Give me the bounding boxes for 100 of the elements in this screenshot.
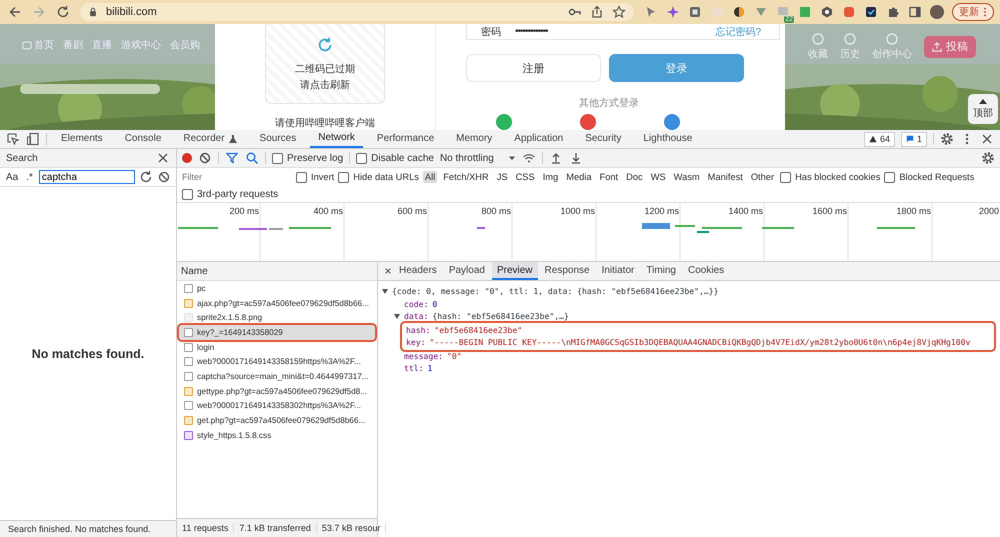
type-filter[interactable]: Wasm: [672, 171, 702, 183]
property-value: {hash: "ebf5e68416ee23be",…}: [432, 311, 569, 322]
match-case-button[interactable]: Aa: [4, 172, 20, 182]
type-filter[interactable]: Fetch/XHR: [441, 171, 491, 183]
type-filter[interactable]: Img: [540, 171, 560, 183]
request-row[interactable]: login: [179, 340, 375, 354]
devtools-tab[interactable]: Recorder: [175, 130, 246, 148]
lock-icon: [88, 7, 98, 17]
regex-button[interactable]: .*: [24, 172, 35, 182]
share-icon[interactable]: [590, 5, 604, 19]
devtools-tab[interactable]: Lighthouse: [635, 130, 700, 148]
devtools-tab[interactable]: Performance: [368, 130, 442, 148]
inspect-icon[interactable]: [6, 132, 20, 146]
expand-arrow-icon[interactable]: [382, 288, 388, 294]
property-name: data:: [404, 311, 428, 322]
type-filter[interactable]: Font: [598, 171, 620, 183]
devtools-tab[interactable]: Application: [506, 130, 572, 148]
reload-icon[interactable]: [56, 5, 70, 19]
devtools-tab[interactable]: Security: [577, 130, 630, 148]
detail-tab[interactable]: Timing: [641, 262, 681, 280]
login-method-icon[interactable]: [580, 114, 596, 130]
timeline-tick: 2000: [978, 206, 999, 216]
type-filter[interactable]: Other: [748, 171, 776, 183]
invert-checkbox[interactable]: Invert: [296, 172, 334, 182]
request-row[interactable]: gettype.php?gt=ac597a4506fee079629df5d8...: [179, 384, 375, 398]
password-field[interactable]: 密码 ••••••••••••• 忘记密码?: [466, 24, 780, 40]
column-header[interactable]: Name: [181, 266, 208, 276]
search-field[interactable]: captcha: [38, 170, 135, 184]
message-count[interactable]: 1: [900, 132, 927, 146]
property-value: "0": [446, 350, 462, 361]
detail-tab[interactable]: Preview: [492, 262, 538, 280]
type-filter[interactable]: CSS: [514, 171, 537, 183]
property-value: "-----BEGIN PUBLIC KEY-----\nMIGfMA0GCSqGSIb3DQEBAQUAA4GNADCBiQKBgQDjb4V7EidX/ym28t2ybo0U6t0n\n6p4ej8VjqKHg100v: [430, 337, 970, 348]
empty-message: No matches found.: [32, 346, 144, 360]
register-button[interactable]: 注册: [466, 54, 601, 82]
close-icon[interactable]: [384, 267, 392, 275]
type-filter[interactable]: Media: [564, 171, 594, 183]
login-method-icon[interactable]: [664, 114, 680, 130]
login-method-icon[interactable]: [496, 114, 512, 130]
close-icon[interactable]: [156, 151, 170, 165]
preserve-log-checkbox[interactable]: Preserve log: [272, 152, 344, 164]
devtools-tab[interactable]: Elements: [53, 130, 111, 148]
devtools-tab[interactable]: Console: [116, 130, 170, 148]
throttling-dropdown[interactable]: No throttling: [440, 152, 516, 164]
clear-icon[interactable]: [198, 151, 212, 165]
type-filter[interactable]: Manifest: [706, 171, 745, 183]
checkbox-icon[interactable]: [864, 5, 878, 19]
extension-icon[interactable]: [732, 5, 746, 19]
detail-tab[interactable]: Cookies: [683, 262, 730, 280]
request-row[interactable]: pc: [179, 281, 375, 296]
detail-tab[interactable]: Response: [540, 262, 595, 280]
request-row[interactable]: sprite2x.1.5.8.png: [179, 310, 375, 326]
detail-tab[interactable]: Payload: [444, 262, 490, 280]
detail-tab[interactable]: Headers: [394, 262, 442, 280]
devtools-tab[interactable]: Sources: [252, 130, 304, 148]
settings-icon[interactable]: [981, 151, 995, 165]
type-filter[interactable]: JS: [494, 171, 510, 183]
record-button[interactable]: [182, 153, 192, 163]
request-row[interactable]: style_https.1.5.8.css: [179, 428, 375, 443]
sidebar-icon[interactable]: [908, 5, 922, 19]
qr-hint: 请点击刷新: [300, 78, 350, 92]
request-row[interactable]: web?0000171649143358302https%3A%2F...: [179, 398, 375, 414]
request-row[interactable]: key?_=1649143358029: [179, 325, 375, 340]
settings-icon[interactable]: [940, 132, 954, 146]
star-icon[interactable]: [612, 5, 626, 19]
type-filter[interactable]: All: [422, 171, 438, 183]
devtools-tab[interactable]: Memory: [448, 130, 500, 148]
request-row[interactable]: web?0000171649143358159https%3A%2F...: [179, 354, 375, 370]
avatar[interactable]: [930, 5, 944, 19]
qr-code[interactable]: 二维码已过期 请点击刷新: [265, 24, 385, 104]
refresh-icon[interactable]: [138, 170, 153, 184]
blocked-requests-checkbox[interactable]: Blocked Requests: [884, 172, 974, 182]
type-filter[interactable]: Doc: [624, 171, 645, 183]
search-pane-title: Search: [6, 152, 38, 164]
wifi-icon[interactable]: [522, 151, 536, 165]
search-icon[interactable]: [245, 151, 259, 165]
extension-icon[interactable]: [688, 5, 702, 19]
sparkle-icon[interactable]: [666, 5, 680, 19]
disable-cache-checkbox[interactable]: Disable cache: [356, 152, 434, 164]
type-filter[interactable]: WS: [648, 171, 668, 183]
request-row[interactable]: captcha?source=main_mini&t=0.4644997317...: [179, 369, 375, 384]
back-icon[interactable]: [8, 5, 22, 19]
address-bar[interactable]: bilibili.com: [80, 3, 634, 21]
refresh-icon: [316, 36, 334, 54]
update-button[interactable]: 更新: [952, 3, 994, 21]
warning-count[interactable]: 64: [864, 132, 895, 146]
blocked-cookies-checkbox[interactable]: Has blocked cookies: [780, 172, 880, 182]
expand-arrow-icon[interactable]: [394, 314, 400, 319]
request-row[interactable]: ajax.php?gt=ac597a4506fee079629df5d8b66...: [179, 296, 375, 310]
detail-tab[interactable]: Initiator: [596, 262, 640, 280]
filter-icon[interactable]: [225, 151, 239, 165]
third-party-checkbox[interactable]: 3rd-party requests: [182, 188, 278, 200]
device-icon[interactable]: [26, 132, 40, 146]
request-row[interactable]: get.php?gt=ac597a4506fee079629df5d8b66...: [179, 413, 375, 428]
puzzle-icon[interactable]: [886, 5, 900, 19]
clear-icon[interactable]: [156, 170, 171, 184]
back-to-top-button[interactable]: 顶部: [968, 94, 998, 124]
extension-icon[interactable]: [820, 5, 834, 19]
close-icon[interactable]: [980, 132, 994, 146]
hide-data-urls-checkbox[interactable]: Hide data URLs: [338, 172, 419, 182]
